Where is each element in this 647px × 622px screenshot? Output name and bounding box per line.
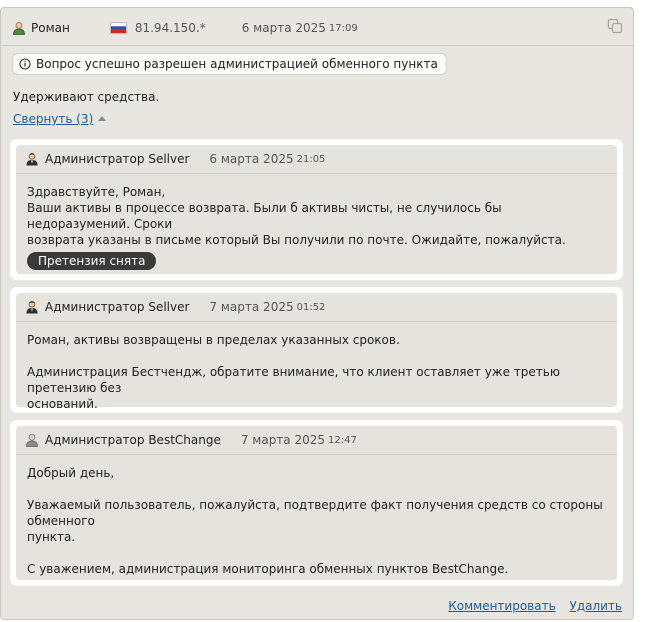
claim-withdrawn-badge: Претензия снята [27, 252, 157, 270]
info-icon [19, 58, 31, 70]
review-header: Роман 81.94.150.* 6 марта 2025 17:09 [12, 19, 358, 37]
reply-body: Роман, активы возвращены в пределах указ… [16, 322, 617, 412]
reply-header: Администратор Sellver 7 марта 2025 01:52 [16, 293, 617, 322]
collapse-link[interactable]: Свернуть (3) [13, 112, 107, 126]
reply-line: возврата указаны в письме который Вы пол… [27, 233, 566, 247]
notice-text: Вопрос успешно разрешен администрацией о… [36, 57, 438, 71]
collapse-label[interactable]: Свернуть (3) [13, 112, 93, 126]
admin-gray-icon [26, 434, 38, 447]
reply-card: Администратор Sellver 7 марта 2025 01:52… [10, 287, 623, 413]
reply-inner: Администратор Sellver 6 марта 2025 21:05… [16, 145, 617, 274]
review-time: 17:09 [328, 22, 358, 34]
reply-date: 7 марта 2025 [240, 433, 326, 447]
reply-date: 6 марта 2025 [209, 152, 294, 166]
resolved-notice: Вопрос успешно разрешен администрацией о… [12, 53, 447, 75]
review-date: 6 марта 2025 [241, 21, 326, 35]
admin-icon [26, 301, 38, 314]
reply-line: Добрый день, [27, 466, 115, 480]
header-divider [1, 45, 633, 46]
russia-flag-icon [109, 22, 127, 34]
reply-body: Здравствуйте, Роман, Ваши активы в проце… [16, 174, 617, 270]
reply-line: Уважаемый пользователь, пожалуйста, подт… [27, 498, 603, 528]
reply-date: 7 марта 2025 [209, 300, 294, 314]
user-name: Роман [31, 21, 70, 35]
admin-icon [26, 153, 38, 166]
reply-inner: Администратор Sellver 7 марта 2025 01:52… [16, 293, 617, 411]
reply-line: Администрация Бестчендж, обратите вниман… [27, 365, 560, 395]
reply-time: 21:05 [296, 153, 326, 165]
reply-line: оснований. [27, 397, 98, 411]
delete-link[interactable]: Удалить [570, 599, 623, 613]
reply-time: 01:52 [296, 301, 326, 313]
reply-line: Ваши активы в процессе возврата. Были б … [27, 201, 502, 231]
reply-card: Администратор BestChange 7 марта 2025 12… [10, 420, 623, 586]
reply-author: Администратор Sellver [45, 152, 190, 166]
reply-author: Администратор Sellver [45, 300, 190, 314]
user-icon [13, 22, 25, 35]
reply-time: 12:47 [328, 434, 357, 446]
reply-author: Администратор BestChange [45, 433, 221, 447]
reply-header: Администратор BestChange 7 марта 2025 12… [16, 426, 617, 455]
reply-card: Администратор Sellver 6 марта 2025 21:05… [10, 139, 623, 280]
reply-line: С уважением, администрация мониторинга о… [27, 562, 509, 576]
user-ip: 81.94.150.* [134, 21, 206, 35]
reply-line: Здравствуйте, Роман, [27, 185, 166, 199]
reply-header: Администратор Sellver 6 марта 2025 21:05 [16, 145, 617, 174]
reply-line: Роман, активы возвращены в пределах указ… [27, 333, 400, 347]
reply-line: пункта. [27, 530, 76, 544]
review-card: Роман 81.94.150.* 6 марта 2025 17:09 Воп… [0, 7, 634, 620]
copy-icon[interactable] [607, 18, 623, 34]
reply-inner: Администратор BestChange 7 марта 2025 12… [16, 426, 617, 580]
review-text: Удерживают средства. [13, 90, 160, 104]
review-actions: Комментировать Удалить [438, 599, 622, 613]
reply-body: Добрый день, Уважаемый пользователь, пож… [16, 455, 617, 577]
collapse-arrow-icon[interactable] [98, 116, 107, 121]
comment-link[interactable]: Комментировать [448, 599, 555, 613]
